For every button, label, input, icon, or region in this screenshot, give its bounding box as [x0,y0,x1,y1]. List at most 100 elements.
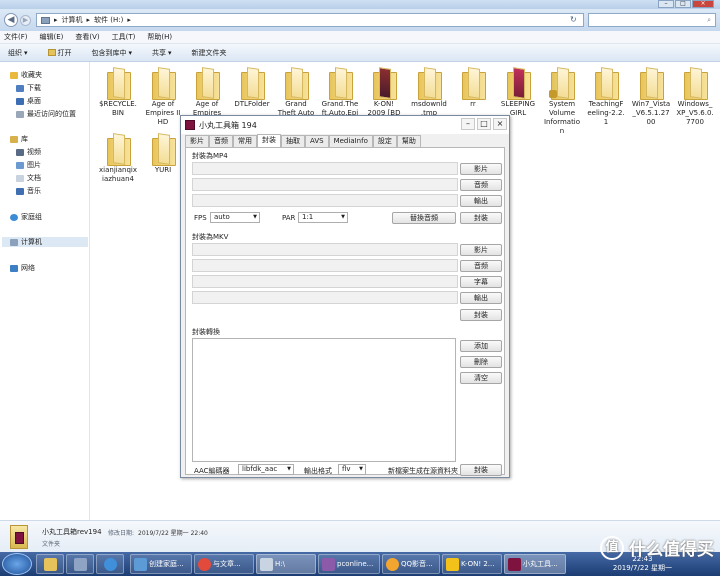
mp4-audio-path-field[interactable] [192,178,458,191]
breadcrumb-drive[interactable]: 软件 (H:) [94,15,123,25]
aac-encoder-select[interactable]: libfdk_aac [238,464,294,475]
menu-tools[interactable]: 工具(T) [112,32,136,42]
mkv-audio-button[interactable]: 音频 [460,260,502,272]
nav-music[interactable]: 音乐 [16,186,41,196]
minimize-button[interactable]: – [658,0,674,8]
convert-mux-button[interactable]: 封裝 [460,464,502,476]
convert-file-list[interactable] [192,338,456,462]
folder-item[interactable]: Age of Empires [185,68,229,118]
output-format-select[interactable]: flv [338,464,366,475]
add-button[interactable]: 添加 [460,340,502,352]
app-close-button[interactable]: × [493,118,507,130]
mkv-audio-path-field[interactable] [192,259,458,272]
tab-settings[interactable]: 設定 [372,135,397,147]
folder-item[interactable]: xianjianqix iazhuan4 [96,134,140,184]
taskbar-item[interactable]: QQ影音... [382,554,440,574]
nav-computer[interactable]: 计算机 [2,237,88,247]
folder-item[interactable]: Age of Empires II HD [141,68,185,127]
refresh-icon[interactable]: ↻ [570,15,577,24]
folder-item[interactable]: Grand Theft Auto [274,68,318,118]
mkv-output-path-field[interactable] [192,291,458,304]
nav-recent[interactable]: 最近访问的位置 [16,109,76,119]
app-minimize-button[interactable]: – [461,118,475,130]
folder-item[interactable]: K-ON! 2009 [BD [362,68,406,118]
app-maximize-button[interactable]: □ [477,118,491,130]
organize-button[interactable]: 组织 ▾ [8,48,28,58]
mkv-subtitle-path-field[interactable] [192,275,458,288]
folder-item[interactable]: SLEEPING GIRL [496,68,540,118]
pinned-explorer[interactable] [36,554,64,574]
nav-network[interactable]: 网络 [10,263,35,273]
back-button[interactable]: ◀ [4,13,18,27]
search-input[interactable]: ⌕ [588,13,716,27]
menu-edit[interactable]: 编辑(E) [40,32,64,42]
pinned-ie[interactable] [96,554,124,574]
tab-extract[interactable]: 抽取 [281,135,305,147]
replace-audio-button[interactable]: 替換音頻 [392,212,456,224]
include-in-library-button[interactable]: 包含到库中 ▾ [92,48,133,58]
nav-videos[interactable]: 视频 [16,147,41,157]
winrar-icon [322,558,335,571]
mkv-video-button[interactable]: 影片 [460,244,502,256]
nav-pictures[interactable]: 图片 [16,160,41,170]
new-folder-button[interactable]: 新建文件夹 [192,48,227,58]
taskbar-item[interactable]: 与文章... [194,554,254,574]
mkv-subtitle-button[interactable]: 字幕 [460,276,502,288]
folder-item[interactable]: DTLFolder [230,68,274,109]
tab-avs[interactable]: AVS [305,135,329,147]
taskbar-item[interactable]: pconline... [318,554,380,574]
share-button[interactable]: 共享 ▾ [152,48,172,58]
folder-item[interactable]: msdownld .tmp [407,68,451,118]
menu-file[interactable]: 文件(F) [4,32,28,42]
taskbar-item[interactable]: K-ON! 2... [442,554,502,574]
nav-desktop[interactable]: 桌面 [16,96,41,106]
taskbar-item[interactable]: H:\ [256,554,316,574]
nav-homegroup[interactable]: 家庭组 [10,212,42,222]
mp4-output-button[interactable]: 輸出 [460,195,502,207]
mp4-video-path-field[interactable] [192,162,458,175]
mp4-output-path-field[interactable] [192,194,458,207]
folder-item[interactable]: $RECYCLE. BIN [96,68,140,118]
delete-button[interactable]: 刪除 [460,356,502,368]
folder-item[interactable]: System Volume Informatio n [540,68,584,136]
open-button[interactable]: 打开 [47,48,72,58]
pinned-app[interactable] [66,554,94,574]
mp4-video-button[interactable]: 影片 [460,163,502,175]
fps-select[interactable]: auto [210,212,260,223]
par-select[interactable]: 1:1 [298,212,348,223]
tab-common[interactable]: 常用 [233,135,257,147]
folder-item[interactable]: Win7_Vista _V6.5.1.27 00 [629,68,673,127]
mkv-video-path-field[interactable] [192,243,458,256]
folder-item[interactable]: TeachingF eeling-2.2. 1 [584,68,628,127]
mkv-mux-button[interactable]: 封裝 [460,309,502,321]
taskbar-item[interactable]: 小丸工具... [504,554,566,574]
taskbar-item[interactable]: 创建家庭... [130,554,192,574]
tab-audio[interactable]: 音频 [209,135,233,147]
nav-favorites-label: 收藏夹 [21,71,42,79]
forward-button[interactable]: ▶ [20,15,31,26]
tab-mediainfo[interactable]: MediaInfo [328,135,373,147]
mkv-output-button[interactable]: 輸出 [460,292,502,304]
nav-favorites[interactable]: 收藏夹 [10,70,42,80]
breadcrumb-computer[interactable]: 计算机 [62,15,83,25]
menu-view[interactable]: 查看(V) [75,32,99,42]
maximize-button[interactable]: □ [675,0,691,8]
start-button[interactable] [2,553,32,575]
close-button[interactable]: × [692,0,714,8]
nav-downloads[interactable]: 下载 [16,83,41,93]
tab-help[interactable]: 幫助 [396,135,421,147]
address-bar[interactable]: ▸ 计算机 ▸ 软件 (H:) ▸ [36,13,584,27]
tab-mux[interactable]: 封装 [257,134,281,147]
folder-item[interactable]: Windows_ XP_V5.6.0. 7700 [673,68,717,127]
folder-item[interactable]: Grand.The ft.Auto.Epi [318,68,362,118]
folder-item[interactable]: rr [451,68,495,109]
menu-help[interactable]: 帮助(H) [147,32,172,42]
mp4-mux-button[interactable]: 封裝 [460,212,502,224]
clear-button[interactable]: 清空 [460,372,502,384]
mp4-audio-button[interactable]: 音频 [460,179,502,191]
tab-video[interactable]: 影片 [185,135,209,147]
folder-item[interactable]: YURI [141,134,185,175]
drive-icon [260,558,273,571]
nav-documents[interactable]: 文档 [16,173,41,183]
nav-libraries[interactable]: 库 [10,134,28,144]
